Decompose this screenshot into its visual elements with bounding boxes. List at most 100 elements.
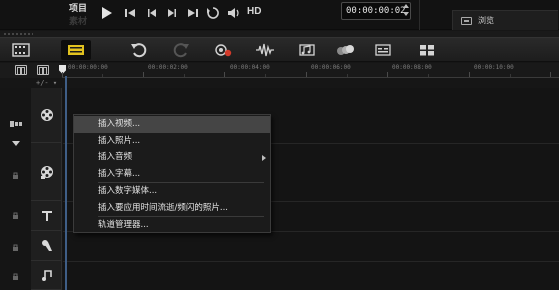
multi-camera-button[interactable] [412,40,442,60]
menu-item-insert-video[interactable]: 插入视频... [74,116,270,133]
redo-button[interactable] [166,40,196,60]
volume-button[interactable] [225,4,243,22]
browse-button[interactable]: 浏览 [452,10,558,30]
zoom-control[interactable]: +/- ▾ [36,79,57,87]
title-track-header[interactable] [31,201,62,231]
previous-frame-button[interactable] [143,4,161,22]
video-editor-window: 项目 素材 HD 00:00:00:02 浏览 00:00:00:00 00:0… [0,0,559,290]
show-all-tracks-icon[interactable] [15,65,27,75]
track-controls-column [0,88,31,290]
timeline-view-button[interactable] [61,40,91,60]
ruler-tick [184,74,185,77]
track-collapse-icon[interactable] [12,134,20,146]
ruler-tick [143,72,144,77]
repeat-icon [207,7,219,19]
track-context-menu: 插入视频... 插入照片... 插入音频 插入字幕... 插入数字媒体... 插… [73,114,271,233]
ruler-tick [387,72,388,77]
ruler-tick-label: 00:00:10:00 [474,64,514,71]
timeline-toolbar [0,37,559,62]
track-lock-icon[interactable] [12,239,20,251]
next-frame-button[interactable] [163,4,181,22]
timeline-ruler-row: 00:00:00:00 00:00:02:00 00:00:04:00 00:0… [0,63,559,78]
grip-dots [3,33,33,35]
next-frame-icon [168,9,176,17]
ruler-tick-label: 00:00:00:00 [68,64,108,71]
player-control-bar: 项目 素材 HD 00:00:00:02 浏览 [0,0,559,30]
go-to-end-icon [188,9,198,17]
menu-item-track-manager[interactable]: 轨道管理器... [74,217,270,234]
ruler-tick [469,72,470,77]
audio-mixer-button[interactable] [250,40,280,60]
voice-track-header[interactable] [31,231,62,261]
track-lock-icon[interactable] [12,207,20,219]
go-to-start-button[interactable] [121,4,139,22]
undo-icon [131,43,147,58]
motion-track-button[interactable] [330,40,360,60]
ruler-tick [550,72,551,77]
volume-icon [228,8,239,18]
track-divider [63,261,559,262]
video-track-header[interactable] [31,88,62,143]
menu-item-insert-photo[interactable]: 插入照片... [74,133,270,150]
clip-mode-label[interactable]: 素材 [69,14,87,27]
track-lock-icon[interactable] [12,268,20,280]
project-mode-label[interactable]: 项目 [69,1,87,14]
storyboard-view-icon [12,43,30,57]
record-capture-icon [215,44,232,57]
timecode-stepper[interactable] [403,4,409,16]
timecode-display[interactable]: 00:00:00:02 [341,2,411,20]
timecode-down-arrow-icon[interactable] [403,12,409,16]
ruler-tick [224,72,225,77]
timeline-ruler[interactable]: 00:00:00:00 00:00:02:00 00:00:04:00 00:0… [59,63,559,78]
ruler-tick-label: 00:00:08:00 [392,64,432,71]
subtitle-editor-button[interactable] [368,40,398,60]
ruler-tick [265,74,266,77]
overlay-track-header[interactable] [31,143,62,201]
ruler-tick [428,74,429,77]
music-track-header[interactable] [31,261,62,290]
play-icon [102,7,112,19]
ruler-tick [62,72,63,77]
ruler-tick [347,74,348,77]
track-lock-icon[interactable] [12,167,20,179]
auto-music-button[interactable] [292,40,322,60]
storyboard-view-button[interactable] [6,40,36,60]
ruler-tick-label: 00:00:02:00 [148,64,188,71]
motion-track-icon [337,45,354,55]
redo-icon [173,43,189,58]
go-to-start-icon [125,9,135,17]
ruler-tick-label: 00:00:06:00 [311,64,351,71]
record-capture-button[interactable] [208,40,238,60]
panel-divider[interactable] [419,0,420,30]
ruler-tick-label: 00:00:04:00 [230,64,270,71]
voice-track-icon [41,239,52,251]
previous-frame-icon [148,9,156,17]
auto-music-icon [299,44,315,56]
timecode-up-arrow-icon[interactable] [403,4,409,8]
multi-camera-icon [420,45,434,56]
menu-item-insert-audio-label: 插入音频 [98,152,133,162]
hd-preview-toggle[interactable]: HD [247,6,261,17]
repeat-button[interactable] [204,4,222,22]
menu-item-insert-timelapse-photos[interactable]: 插入要应用时间流逝/频闪的照片... [74,200,270,217]
ripple-editing-toggle-icon[interactable] [10,115,22,127]
music-track-icon [41,270,52,281]
menu-item-insert-digital-media[interactable]: 插入数字媒体... [74,183,270,200]
track-headers-column [31,88,62,290]
fit-project-icon[interactable] [37,65,49,75]
folder-icon [461,16,472,25]
ruler-tick [510,74,511,77]
video-track-icon [40,109,53,121]
browse-label: 浏览 [478,16,494,25]
menu-item-insert-subtitle[interactable]: 插入字幕... [74,166,270,183]
audio-mixer-icon [256,43,274,57]
ruler-tick [306,72,307,77]
ruler-tick [102,74,103,77]
playhead-line[interactable] [65,76,67,290]
go-to-end-button[interactable] [184,4,202,22]
menu-item-insert-audio[interactable]: 插入音频 [74,149,270,166]
submenu-arrow-icon [262,155,266,161]
subtitle-editor-icon [375,44,391,56]
play-button[interactable] [97,4,115,22]
undo-button[interactable] [124,40,154,60]
